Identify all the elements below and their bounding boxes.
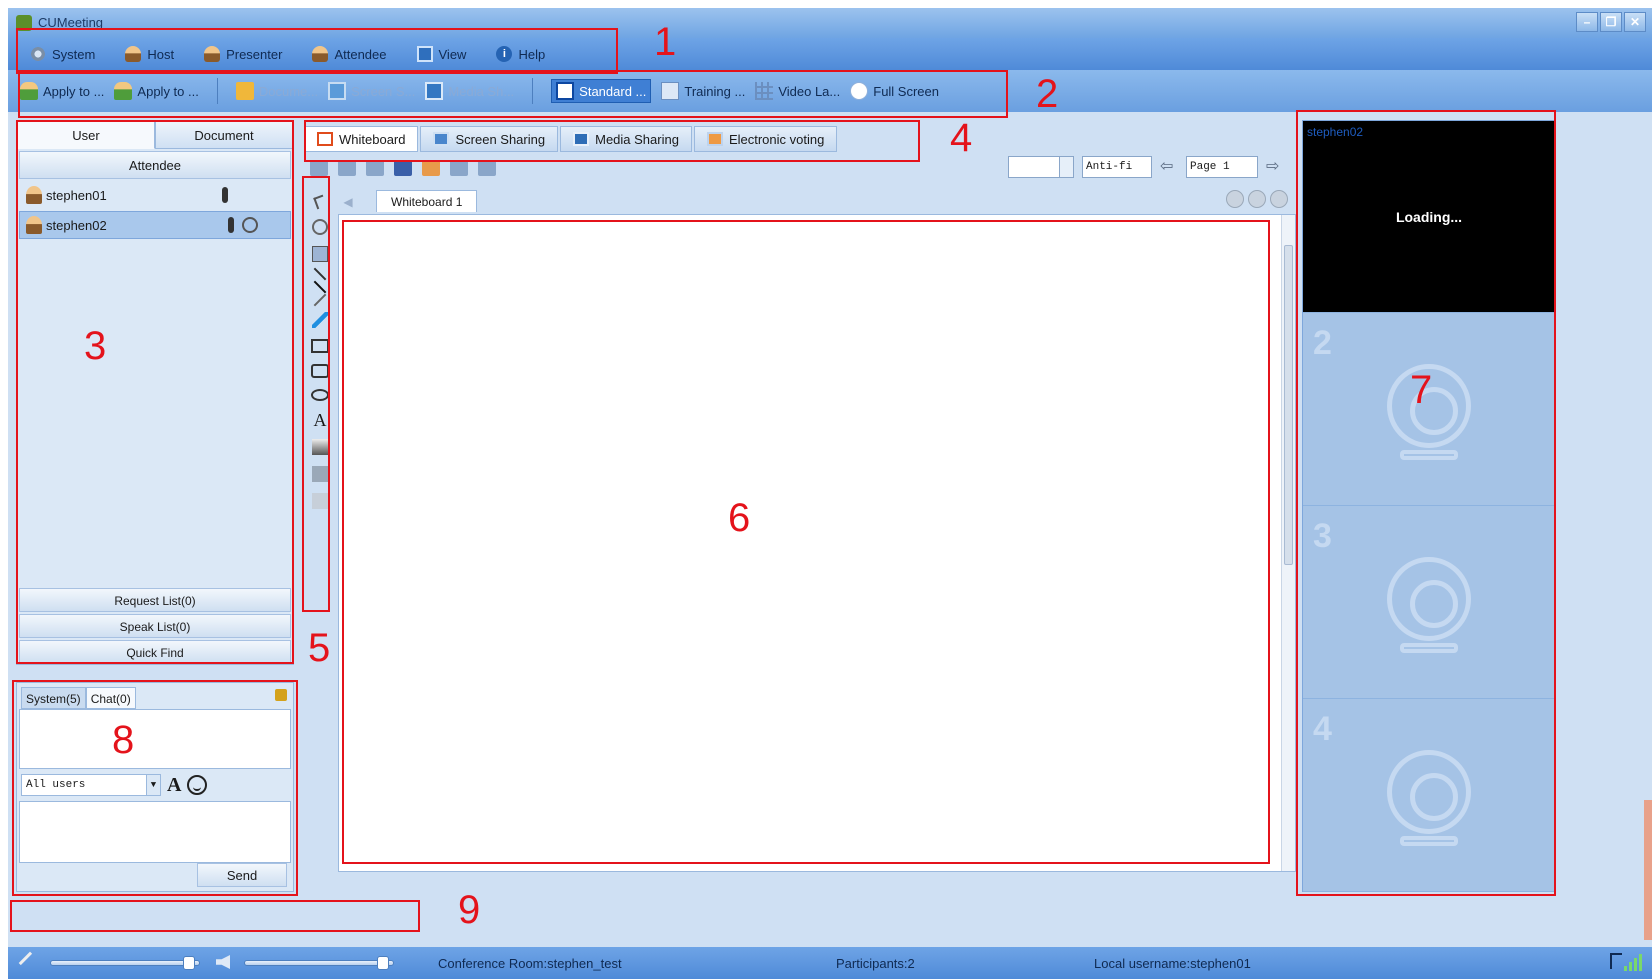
annotation-box-2 bbox=[18, 70, 1008, 118]
annotation-label-5: 5 bbox=[308, 626, 331, 670]
microphone-level-icon bbox=[18, 951, 42, 975]
background-edge bbox=[1644, 800, 1652, 940]
speaker-volume-slider[interactable] bbox=[244, 956, 394, 970]
local-user-status: Local username:stephen01 bbox=[1094, 956, 1251, 971]
annotation-label-6: 6 bbox=[728, 496, 751, 540]
close-button[interactable]: ✕ bbox=[1624, 12, 1646, 32]
annotation-label-3: 3 bbox=[84, 324, 107, 368]
previous-page-icon[interactable]: ⇦ bbox=[1160, 159, 1178, 175]
annotation-box-6 bbox=[342, 220, 1270, 864]
line-color-select[interactable] bbox=[1008, 156, 1074, 178]
annotation-label-8: 8 bbox=[112, 718, 135, 762]
minimize-button[interactable]: – bbox=[1576, 12, 1598, 32]
save-icon[interactable] bbox=[394, 160, 412, 176]
vertical-scrollbar[interactable] bbox=[1281, 215, 1295, 871]
page-tab-controls bbox=[1226, 190, 1288, 208]
microphone-volume-slider[interactable] bbox=[50, 956, 200, 970]
upload-icon[interactable] bbox=[450, 160, 468, 176]
new-page-icon[interactable] bbox=[310, 160, 328, 176]
annotation-label-9: 9 bbox=[458, 888, 481, 932]
annotation-box-1 bbox=[16, 28, 618, 74]
annotation-label-1: 1 bbox=[654, 20, 677, 64]
annotation-box-4 bbox=[304, 120, 920, 162]
status-bar: Conference Room:stephen_test Participant… bbox=[8, 947, 1652, 979]
conference-room-status: Conference Room:stephen_test bbox=[438, 956, 622, 971]
annotation-label-4: 4 bbox=[950, 116, 973, 160]
chart-icon[interactable] bbox=[422, 160, 440, 176]
participants-status: Participants:2 bbox=[836, 956, 915, 971]
restore-button[interactable]: ❐ bbox=[1600, 12, 1622, 32]
scroll-left-icon[interactable] bbox=[1226, 190, 1244, 208]
annotation-label-7: 7 bbox=[1410, 368, 1433, 412]
scrollbar-thumb[interactable] bbox=[1284, 245, 1293, 565]
slider-knob[interactable] bbox=[183, 956, 195, 970]
annotation-box-3 bbox=[16, 120, 294, 664]
window-controls: – ❐ ✕ bbox=[1576, 12, 1646, 32]
annotation-box-7 bbox=[1296, 110, 1556, 896]
signal-strength-icon bbox=[1624, 953, 1642, 971]
antenna-icon bbox=[1610, 953, 1622, 969]
annotation-box-5 bbox=[302, 176, 330, 612]
scroll-right-icon[interactable] bbox=[1248, 190, 1266, 208]
open-file-icon[interactable] bbox=[338, 160, 356, 176]
chevron-down-icon[interactable] bbox=[1059, 157, 1073, 177]
annotation-label-2: 2 bbox=[1036, 72, 1059, 116]
close-page-icon[interactable] bbox=[1270, 190, 1288, 208]
annotation-box-8 bbox=[12, 680, 298, 896]
tab-whiteboard-1[interactable]: Whiteboard 1 bbox=[376, 190, 478, 212]
antialias-select[interactable]: Anti-fi bbox=[1082, 156, 1152, 178]
slider-knob[interactable] bbox=[377, 956, 389, 970]
copy-icon[interactable] bbox=[366, 160, 384, 176]
chevron-left-icon[interactable]: ◀ bbox=[338, 192, 358, 212]
whiteboard-toolbar-right: Anti-fi ⇦ Page 1 ⇨ bbox=[1008, 156, 1284, 178]
speaker-icon bbox=[216, 955, 230, 969]
annotation-box-9 bbox=[10, 900, 420, 932]
download-icon[interactable] bbox=[478, 160, 496, 176]
page-select[interactable]: Page 1 bbox=[1186, 156, 1258, 178]
whiteboard-page-tabs: ◀ Whiteboard 1 bbox=[338, 188, 1288, 212]
next-page-icon[interactable]: ⇨ bbox=[1266, 159, 1284, 175]
